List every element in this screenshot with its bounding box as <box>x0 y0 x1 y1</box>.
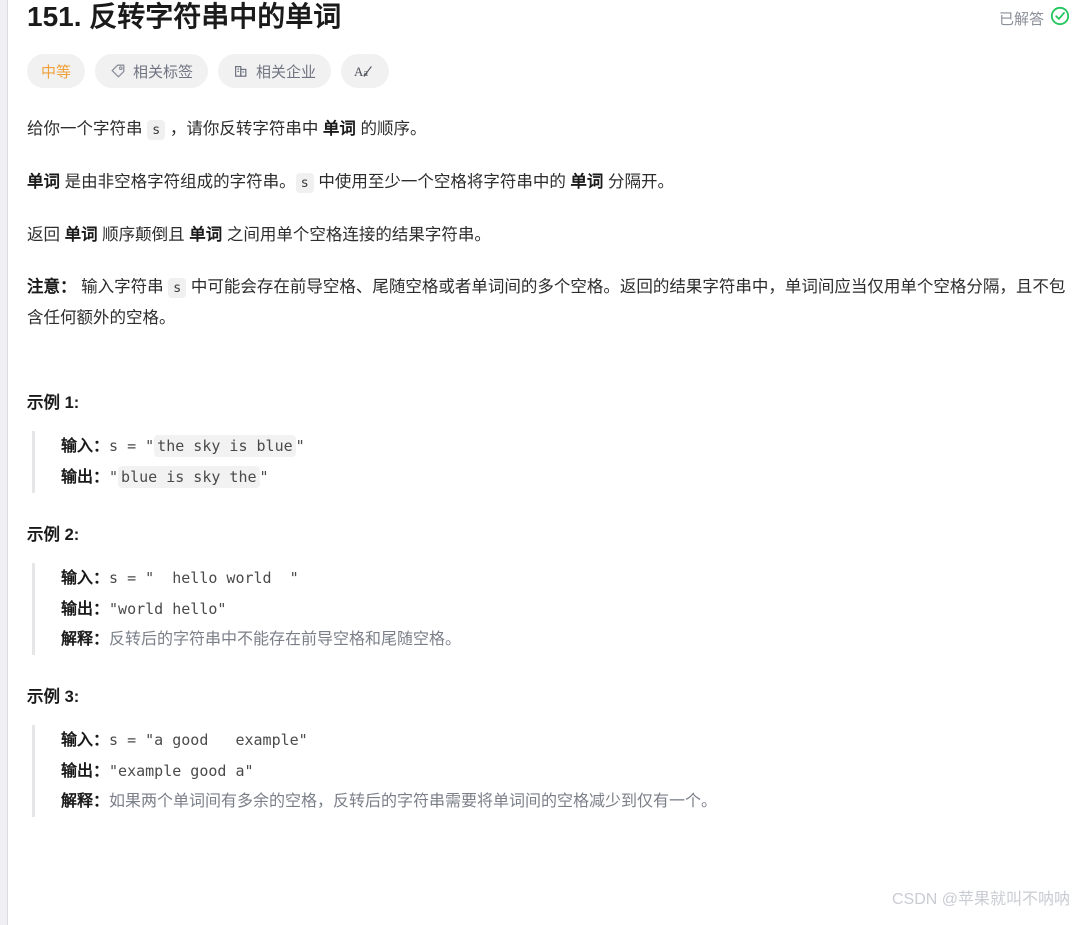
p3-bold-word-2: 单词 <box>189 226 223 244</box>
quote-close: " <box>259 468 269 486</box>
p1-bold-word: 单词 <box>322 120 356 138</box>
example-body: 输入：s = "a good example" 输出："example good… <box>32 725 1070 817</box>
description-paragraph-2: 单词 是由非空格字符组成的字符串。 s 中使用至少一个空格将字符串中的 单词 分隔… <box>27 167 1070 198</box>
explain-text: 如果两个单词间有多余的空格，反转后的字符串需要将单词间的空格减少到仅有一个。 <box>109 793 718 810</box>
svg-text:A: A <box>354 64 364 79</box>
related-tags-label: 相关标签 <box>133 63 194 81</box>
description-paragraph-1: 给你一个字符串 s ，请你反转字符串中 单词 的顺序。 <box>27 114 1070 145</box>
related-companies-label: 相关企业 <box>256 63 317 81</box>
p1-text-c: 的顺序。 <box>355 120 427 138</box>
p3-text-c: 之间用单个空格连接的结果字符串。 <box>222 226 491 244</box>
problem-page: 151. 反转字符串中的单词 已解答 中等 相关标签 相关企业 A 给你一个字符… <box>9 0 1088 925</box>
status-label: 已解答 <box>998 11 1044 28</box>
inline-code-s: s <box>147 120 166 140</box>
left-edge-gutter <box>0 0 8 925</box>
quote-open: " <box>109 468 119 486</box>
p1-text-b: ，请你反转字符串中 <box>165 120 323 138</box>
example-output-line: 输出："world hello" <box>61 594 1070 625</box>
note-label: 注意： <box>27 278 77 296</box>
example-body: 输入：s = " the sky is blue " 输出：" blue is sky… <box>32 431 1070 493</box>
input-value: the sky is blue <box>154 435 296 457</box>
related-companies-button[interactable]: 相关企业 <box>218 54 332 88</box>
description-paragraph-3: 返回 单词 顺序颠倒且 单词 之间用单个空格连接的结果字符串。 <box>27 220 1070 250</box>
example-block: 示例 3: 输入：s = "a good example" 输出："exampl… <box>27 685 1070 817</box>
quote-open: " <box>145 437 155 455</box>
explain-label: 解释： <box>61 793 110 810</box>
quote-close: " <box>295 437 305 455</box>
p3-text-b: 顺序颠倒且 <box>97 226 190 244</box>
input-prefix: s = <box>109 569 146 587</box>
meta-pill-row: 中等 相关标签 相关企业 A <box>27 54 1070 88</box>
input-label: 输入： <box>61 732 110 749</box>
font-size-icon: A a <box>354 63 376 80</box>
example-title: 示例 1: <box>27 394 80 412</box>
example-output-line: 输出：" blue is sky the " <box>61 462 1070 493</box>
output-value: "example good a" <box>109 762 254 780</box>
p2-bold-word-1: 单词 <box>27 173 60 191</box>
example-explain-line: 解释：反转后的字符串中不能存在前导空格和尾随空格。 <box>61 625 1070 655</box>
inline-code-s: s <box>168 278 187 298</box>
output-label: 输出： <box>61 469 110 486</box>
p2-text-b: 中使用至少一个空格将字符串中的 <box>313 173 571 191</box>
p2-text-a: 是由非空格字符组成的字符串。 <box>60 173 296 191</box>
page-title: 151. 反转字符串中的单词 <box>27 1 342 32</box>
output-value: "world hello" <box>109 600 227 618</box>
font-size-button[interactable]: A a <box>341 54 390 88</box>
example-input-line: 输入：s = "a good example" <box>61 725 1070 756</box>
input-prefix: s = <box>109 437 146 455</box>
output-label: 输出： <box>61 601 110 618</box>
example-block: 示例 2: 输入：s = " hello world " 输出："world h… <box>27 523 1070 655</box>
p3-bold-word-1: 单词 <box>64 226 98 244</box>
description-note: 注意： 输入字符串 s 中可能会存在前导空格、尾随空格或者单词间的多个空格。返回… <box>27 272 1070 333</box>
input-label: 输入： <box>61 570 110 587</box>
p2-text-c: 分隔开。 <box>603 173 674 191</box>
example-title: 示例 2: <box>27 526 80 544</box>
csdn-watermark: CSDN @苹果就叫不呐呐 <box>891 891 1070 908</box>
example-input-line: 输入：s = " hello world " <box>61 563 1070 594</box>
note-text-a: 输入字符串 <box>76 278 169 296</box>
p3-text-a: 返回 <box>27 226 65 244</box>
building-icon <box>233 63 249 79</box>
inline-code-s: s <box>295 173 314 193</box>
output-value: blue is sky the <box>118 466 260 488</box>
explain-label: 解释： <box>61 631 110 648</box>
p1-text-a: 给你一个字符串 <box>27 120 148 138</box>
input-prefix: s = <box>109 731 146 749</box>
example-title: 示例 3: <box>27 688 80 706</box>
output-label: 输出： <box>61 763 110 780</box>
tag-icon <box>110 63 126 79</box>
example-body: 输入：s = " hello world " 输出："world hello" … <box>32 563 1070 655</box>
problem-description: 给你一个字符串 s ，请你反转字符串中 单词 的顺序。 单词 是由非空格字符组成… <box>27 114 1070 333</box>
related-tags-button[interactable]: 相关标签 <box>95 54 209 88</box>
input-label: 输入： <box>61 438 110 455</box>
p2-bold-word-2: 单词 <box>570 173 604 191</box>
example-explain-line: 解释：如果两个单词间有多余的空格，反转后的字符串需要将单词间的空格减少到仅有一个… <box>61 787 1070 817</box>
input-value: "a good example" <box>145 731 308 749</box>
example-input-line: 输入：s = " the sky is blue " <box>61 431 1070 462</box>
check-circle-icon <box>1050 6 1070 31</box>
difficulty-label: 中等 <box>41 63 72 81</box>
examples-section: 示例 1: 输入：s = " the sky is blue " 输出：" blue … <box>27 391 1070 817</box>
example-block: 示例 1: 输入：s = " the sky is blue " 输出：" blue … <box>27 391 1070 493</box>
difficulty-pill[interactable]: 中等 <box>27 54 86 88</box>
input-value: " hello world " <box>145 569 299 587</box>
explain-text: 反转后的字符串中不能存在前导空格和尾随空格。 <box>109 631 462 648</box>
status-badge: 已解答 <box>999 0 1070 31</box>
problem-header: 151. 反转字符串中的单词 已解答 <box>27 0 1070 34</box>
example-output-line: 输出："example good a" <box>61 756 1070 787</box>
